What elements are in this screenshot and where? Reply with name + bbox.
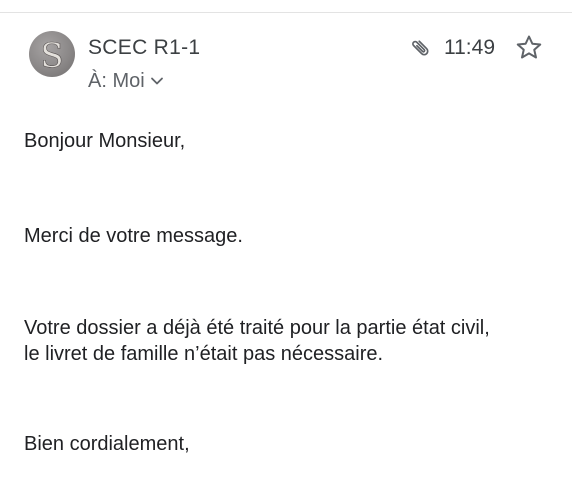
email-paragraph-line-2: le livret de famille n’était pas nécessa…	[24, 343, 384, 365]
email-greeting: Bonjour Monsieur,	[24, 130, 186, 152]
email-thanks-line: Merci de votre message.	[24, 225, 243, 247]
received-time: 11:49	[444, 36, 495, 59]
chevron-down-icon	[150, 77, 163, 85]
paperclip-icon	[412, 40, 429, 56]
email-paragraph-line-1: Votre dossier a déjà été traité pour la …	[24, 317, 490, 339]
avatar-icon: S	[40, 36, 64, 77]
avatar-letter: S	[40, 36, 63, 76]
star-outline-icon	[516, 35, 542, 59]
top-divider	[0, 12, 572, 13]
sender-avatar[interactable]: S	[29, 31, 75, 77]
email-closing: Bien cordialement,	[24, 433, 190, 455]
recipient-details-toggle[interactable]: À: Moi	[88, 67, 164, 95]
sender-name[interactable]: SCEC R1-1	[88, 34, 200, 62]
star-button[interactable]	[514, 33, 544, 63]
recipient-label: À: Moi	[88, 70, 145, 92]
